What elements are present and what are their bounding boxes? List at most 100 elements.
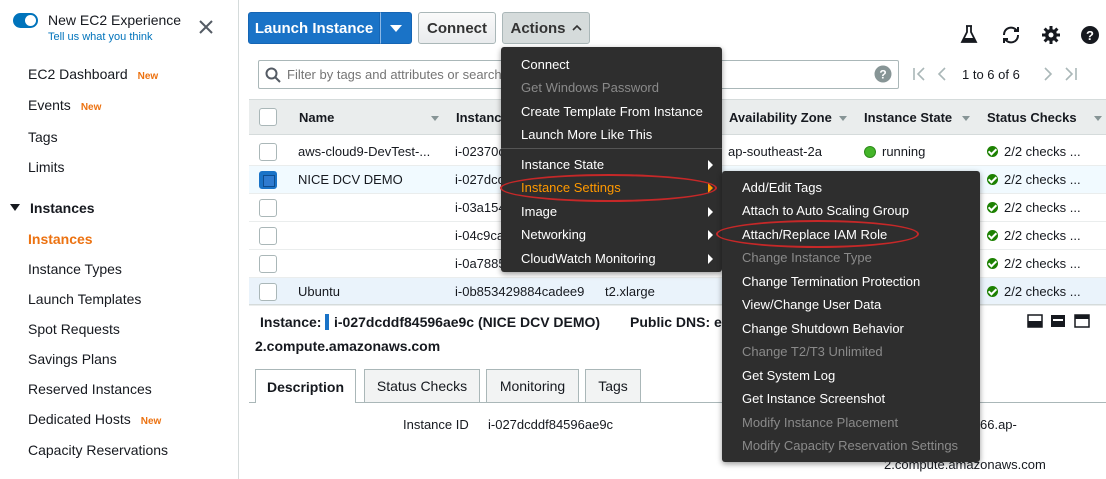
menu-item-screenshot[interactable]: Get Instance Screenshot [742, 391, 885, 406]
flask-icon[interactable] [960, 25, 978, 50]
help-circle-icon[interactable]: ? [874, 65, 892, 83]
cell-instance-id: i-04c9ca [455, 228, 505, 243]
connect-button[interactable]: Connect [418, 12, 496, 44]
row-checkbox[interactable] [259, 255, 277, 273]
nav-dedicated-hosts[interactable]: Dedicated Hosts New [28, 411, 161, 427]
field-value-fragment: 66.ap- [980, 417, 1017, 432]
nav-tags[interactable]: Tags [28, 129, 58, 145]
menu-item-system-log[interactable]: Get System Log [742, 368, 835, 383]
menu-item-attach-asg[interactable]: Attach to Auto Scaling Group [742, 203, 909, 218]
menu-item-instance-placement: Modify Instance Placement [742, 415, 899, 430]
refresh-icon[interactable] [1000, 25, 1022, 50]
col-name[interactable]: Name [299, 110, 334, 125]
nav-launch-templates[interactable]: Launch Templates [28, 291, 141, 307]
menu-item-add-edit-tags[interactable]: Add/Edit Tags [742, 180, 822, 195]
menu-item-cloudwatch[interactable]: CloudWatch Monitoring [521, 251, 656, 266]
cell-checks: 2/2 checks ... [987, 284, 1081, 299]
cell-instance-id: i-0b853429884cadee9 [455, 284, 585, 299]
check-icon [987, 286, 998, 297]
menu-item-connect[interactable]: Connect [521, 57, 569, 72]
nav-limits[interactable]: Limits [28, 159, 65, 175]
menu-item-image[interactable]: Image [521, 204, 557, 219]
row-checkbox[interactable] [259, 199, 277, 217]
cell-state: running [864, 144, 925, 159]
tab-tags[interactable]: Tags [585, 369, 641, 402]
menu-item-shutdown-behavior[interactable]: Change Shutdown Behavior [742, 321, 904, 336]
close-icon[interactable] [198, 19, 214, 35]
row-checkbox[interactable] [259, 143, 277, 161]
instance-title: i-027dcddf84596ae9c (NICE DCV DEMO) [334, 314, 601, 330]
cell-checks: 2/2 checks ... [987, 144, 1081, 159]
submenu-arrow-icon [708, 230, 713, 240]
field-label-instance-id: Instance ID [403, 417, 469, 432]
field-value-instance-id: i-027dcddf84596ae9c [488, 417, 614, 432]
help-icon[interactable]: ? [1080, 25, 1100, 50]
cell-instance-id: i-0a7885 [455, 256, 506, 271]
menu-item-launch-more[interactable]: Launch More Like This [521, 127, 652, 142]
cell-instance-id: i-02370c [455, 144, 505, 159]
sort-icon[interactable] [431, 116, 439, 121]
caret-down-icon[interactable] [10, 204, 20, 211]
cell-az: ap-southeast-2a [728, 144, 822, 159]
sidebar: New EC2 Experience Tell us what you thin… [0, 0, 239, 479]
instance-label: Instance: [260, 314, 322, 330]
search-icon [265, 67, 281, 83]
nav-savings-plans[interactable]: Savings Plans [28, 351, 117, 367]
launch-instance-button[interactable]: Launch Instance [248, 12, 380, 44]
check-icon [987, 230, 998, 241]
actions-button[interactable]: Actions [502, 12, 590, 44]
new-experience-toggle[interactable] [13, 13, 38, 28]
sort-icon[interactable] [1094, 116, 1102, 121]
layout-full-icon[interactable] [1074, 314, 1090, 333]
row-checkbox[interactable] [259, 227, 277, 245]
layout-bottom-icon[interactable] [1027, 314, 1043, 333]
menu-item-instance-state[interactable]: Instance State [521, 157, 604, 172]
menu-item-create-template[interactable]: Create Template From Instance [521, 104, 703, 119]
running-status-icon [864, 146, 876, 158]
first-page-icon[interactable] [912, 66, 926, 87]
menu-item-networking[interactable]: Networking [521, 227, 586, 242]
menu-item-get-windows-password: Get Windows Password [521, 80, 659, 95]
sort-icon[interactable] [962, 116, 970, 121]
row-checkbox[interactable] [259, 171, 277, 189]
last-page-icon[interactable] [1064, 66, 1078, 87]
sort-icon[interactable] [839, 116, 847, 121]
row-checkbox[interactable] [259, 283, 277, 301]
tab-description[interactable]: Description [255, 369, 356, 403]
nav-spot-requests[interactable]: Spot Requests [28, 321, 120, 337]
nav-capacity-reservations[interactable]: Capacity Reservations [28, 442, 168, 458]
menu-separator [501, 148, 722, 149]
nav-instance-types[interactable]: Instance Types [28, 261, 122, 277]
nav-events[interactable]: Events New [28, 97, 101, 113]
svg-text:?: ? [1086, 28, 1094, 43]
public-dns-label: Public DNS: ec [630, 314, 730, 330]
col-status-checks[interactable]: Status Checks [987, 110, 1077, 125]
feedback-link[interactable]: Tell us what you think [48, 31, 153, 43]
layout-half-icon[interactable] [1050, 314, 1066, 333]
prev-page-icon[interactable] [937, 66, 947, 87]
launch-dropdown-button[interactable] [380, 12, 412, 44]
gear-icon[interactable] [1041, 25, 1061, 50]
tab-monitoring[interactable]: Monitoring [486, 369, 579, 402]
col-instance-state[interactable]: Instance State [864, 110, 952, 125]
cell-checks: 2/2 checks ... [987, 256, 1081, 271]
tab-status-checks[interactable]: Status Checks [364, 369, 480, 402]
cell-instance-id: i-027dcd [455, 172, 505, 187]
nav-instances[interactable]: Instances [28, 231, 93, 247]
menu-item-termination-protection[interactable]: Change Termination Protection [742, 274, 920, 289]
check-icon [987, 146, 998, 157]
submenu-arrow-icon [708, 207, 713, 217]
menu-item-user-data[interactable]: View/Change User Data [742, 297, 881, 312]
annotation-oval [500, 174, 717, 202]
submenu-arrow-icon [708, 160, 713, 170]
cell-checks: 2/2 checks ... [987, 172, 1081, 187]
next-page-icon[interactable] [1043, 66, 1053, 87]
select-all-checkbox[interactable] [259, 108, 277, 126]
nav-section-instances[interactable]: Instances [30, 200, 95, 216]
col-availability-zone[interactable]: Availability Zone [729, 110, 832, 125]
nav-ec2-dashboard[interactable]: EC2 Dashboard New [28, 66, 158, 82]
check-icon [987, 258, 998, 269]
nav-reserved-instances[interactable]: Reserved Instances [28, 381, 152, 397]
instance-color-bar [325, 314, 329, 330]
cell-instance-id: i-03a154 [455, 200, 506, 215]
